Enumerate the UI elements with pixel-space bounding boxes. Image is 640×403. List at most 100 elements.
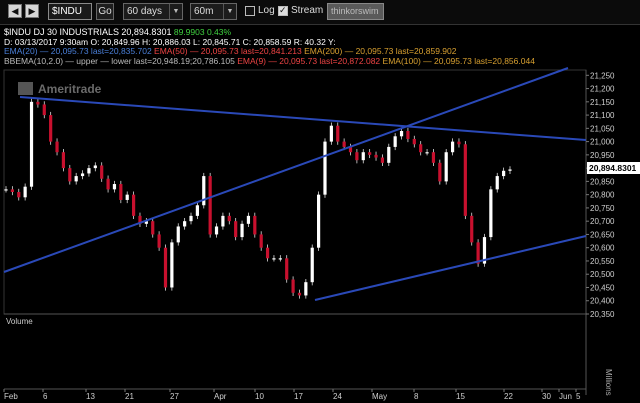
volume-unit-label: Millions [604, 369, 613, 396]
candle-body [157, 234, 161, 248]
price-tick-label: 21,050 [590, 124, 615, 133]
candle-body [368, 152, 372, 155]
candle-body [49, 115, 53, 142]
candle-body [4, 189, 8, 191]
price-tick-label: 20,650 [590, 230, 615, 239]
candle-body [336, 125, 340, 142]
candle-body [208, 176, 212, 235]
candle-body [361, 152, 365, 161]
price-tick-label: 20,600 [590, 244, 615, 253]
candle-body [93, 165, 97, 169]
candle-body [272, 258, 276, 260]
candle-body [80, 173, 85, 177]
candle-body [297, 292, 302, 296]
time-tick-label: 24 [333, 392, 342, 401]
candle-body [304, 282, 308, 296]
candle-body [285, 258, 289, 280]
candle-body [151, 221, 155, 235]
candle-body [106, 178, 110, 190]
candle-body [55, 141, 59, 153]
candle-body [246, 215, 251, 224]
candle-body [221, 215, 225, 227]
price-tick-label: 20,500 [590, 270, 615, 279]
candle-body [259, 234, 263, 248]
candle-body [470, 215, 474, 243]
candle-body [450, 141, 455, 153]
price-tick-label: 20,750 [590, 204, 615, 213]
price-tick-label: 20,350 [590, 310, 615, 319]
watermark-text: Ameritrade [38, 82, 102, 96]
candle-body [438, 162, 442, 182]
price-tick-label: 21,250 [590, 71, 615, 80]
time-tick-label: 6 [43, 392, 48, 401]
candle-body [463, 144, 467, 216]
candle-body [457, 141, 461, 145]
ameritrade-watermark: Ameritrade [18, 82, 102, 96]
candle-body [253, 215, 257, 235]
lower-trendline [314, 235, 587, 301]
price-tick-label: 20,950 [590, 151, 615, 160]
candle-body [74, 176, 78, 182]
price-plot-frame [3, 69, 587, 315]
candle-body [183, 221, 187, 227]
candle-body [495, 176, 499, 190]
price-tick-label: 21,000 [590, 138, 615, 147]
time-tick-label: 5 [576, 392, 581, 401]
candle-body [125, 194, 129, 200]
time-tick-label: 15 [456, 392, 465, 401]
candle-body [265, 247, 270, 259]
candle-body [23, 186, 27, 198]
candle-body [393, 136, 397, 147]
price-tick-label: 21,200 [590, 85, 615, 94]
candle-body [100, 165, 104, 179]
candle-body [176, 226, 180, 243]
candle-body [163, 247, 168, 288]
candle-body [342, 141, 346, 147]
price-tick-label: 20,550 [590, 257, 615, 266]
candle-body [425, 152, 429, 154]
price-tick-label: 21,150 [590, 98, 615, 107]
price-tick-label: 20,800 [590, 191, 615, 200]
candle-body [399, 131, 404, 137]
time-tick-label: 30 [542, 392, 551, 401]
time-tick-label: Feb [4, 392, 18, 401]
time-axis: Feb 6 13 21 27 Apr 10 17 24 May 8 15 22 30 Jun 5 [3, 389, 581, 401]
price-tick-label: 20,850 [590, 177, 615, 186]
candle-body [214, 226, 219, 235]
candle-body [412, 138, 416, 145]
price-chart[interactable]: Ameritrade 21,250 21,200 21,150 21,100 21,05… [0, 0, 640, 403]
candle-body [489, 189, 493, 238]
candle-body [329, 125, 333, 142]
candle-body [374, 154, 378, 158]
time-tick-label: 22 [504, 392, 513, 401]
time-tick-label: 13 [86, 392, 95, 401]
time-tick-label: 21 [125, 392, 134, 401]
price-tick-label: 20,400 [590, 297, 615, 306]
candle-body [355, 152, 359, 161]
candle-body [278, 258, 282, 260]
candle-body [310, 247, 314, 283]
time-tick-label: 8 [414, 392, 419, 401]
price-tick-label: 20,450 [590, 283, 615, 292]
candle-body [119, 184, 123, 200]
candle-body [444, 152, 448, 182]
candle-body [502, 170, 506, 177]
candle-body [419, 144, 423, 153]
candle-body [189, 215, 193, 222]
candle-body [323, 141, 327, 195]
time-tick-label: May [372, 392, 387, 401]
candle-body [240, 223, 244, 238]
candle-body [17, 192, 21, 198]
candle-body [387, 146, 391, 163]
candle-body [195, 205, 199, 216]
candle-body [36, 101, 40, 105]
candle-body [170, 242, 174, 288]
last-price-label: 20,894.8301 [589, 163, 637, 173]
candle-body [112, 184, 117, 190]
candle-body [380, 157, 385, 163]
candle-body [406, 131, 410, 139]
candle-body [431, 152, 436, 163]
candle-body [42, 104, 46, 116]
candle-body [29, 101, 34, 187]
candle-body [68, 168, 72, 182]
